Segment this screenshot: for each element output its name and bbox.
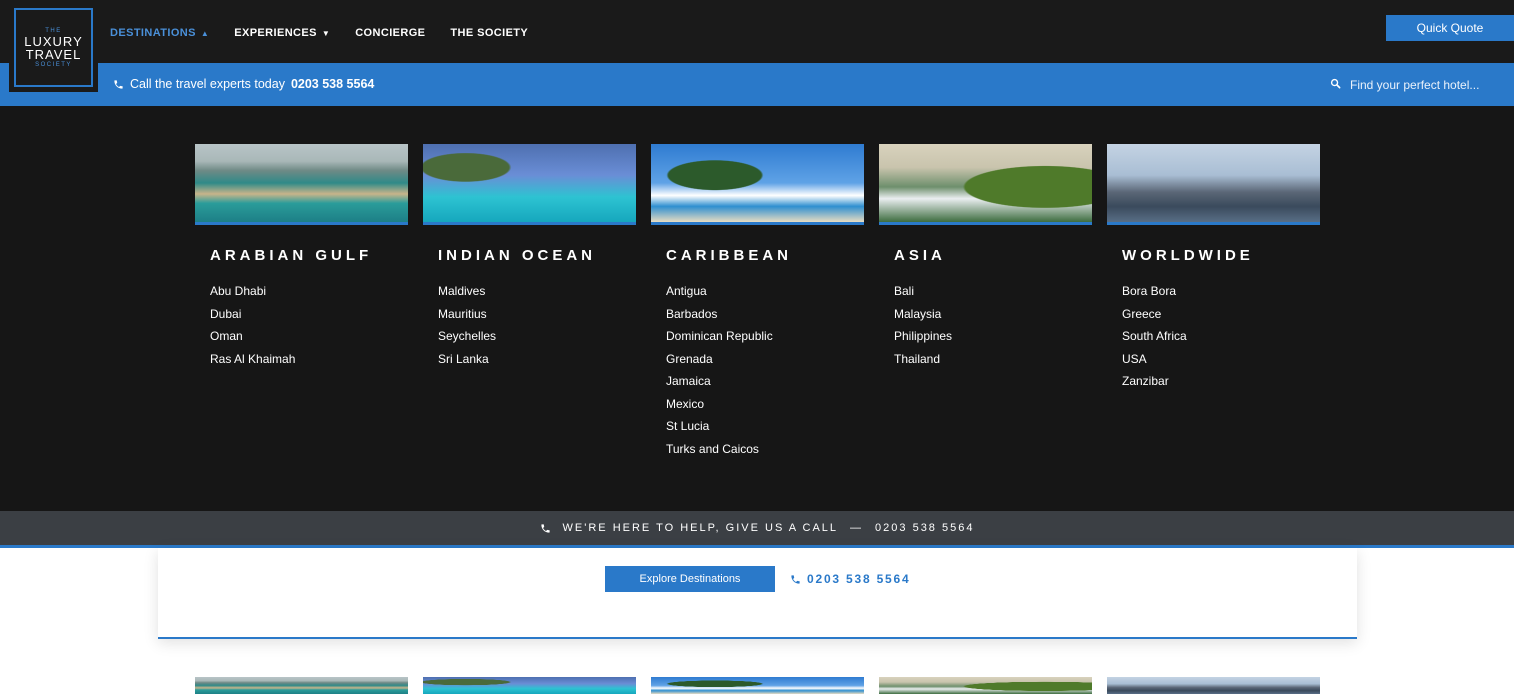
- call-text-label: Call the travel experts today: [130, 77, 285, 91]
- call-phone-number[interactable]: 0203 538 5564: [291, 77, 374, 91]
- destination-link[interactable]: Bali: [894, 280, 1092, 303]
- column-title[interactable]: INDIAN OCEAN: [438, 247, 636, 264]
- destination-link[interactable]: Sri Lanka: [438, 348, 636, 371]
- destination-link[interactable]: Grenada: [666, 348, 864, 371]
- destination-list: Bali Malaysia Philippines Thailand: [894, 280, 1092, 370]
- destination-list: Abu Dhabi Dubai Oman Ras Al Khaimah: [210, 280, 408, 370]
- phone-icon: [114, 79, 123, 89]
- destination-link[interactable]: South Africa: [1122, 325, 1320, 348]
- call-experts-text: Call the travel experts today 0203 538 5…: [113, 77, 374, 91]
- destination-link[interactable]: Mauritius: [438, 303, 636, 326]
- destination-link[interactable]: Ras Al Khaimah: [210, 348, 408, 371]
- destination-link[interactable]: Jamaica: [666, 370, 864, 393]
- caret-down-icon: ▼: [321, 28, 331, 38]
- cliff-coast-photo[interactable]: [879, 144, 1092, 225]
- destination-list: Maldives Mauritius Seychelles Sri Lanka: [438, 280, 636, 370]
- destinations-mega-menu: ARABIAN GULF Abu Dhabi Dubai Oman Ras Al…: [0, 106, 1514, 511]
- nav-item-destinations[interactable]: DESTINATIONS ▲: [110, 27, 209, 39]
- destination-link[interactable]: Greece: [1122, 303, 1320, 326]
- help-call-bar: WE'RE HERE TO HELP, GIVE US A CALL — 020…: [0, 511, 1514, 548]
- column-title[interactable]: ASIA: [894, 247, 1092, 264]
- city-skyline-photo[interactable]: [1107, 144, 1320, 225]
- caret-up-icon: ▲: [200, 28, 210, 38]
- cliff-coast-thumb[interactable]: [879, 677, 1092, 694]
- destination-link[interactable]: Maldives: [438, 280, 636, 303]
- menu-column-caribbean: CARIBBEAN Antigua Barbados Dominican Rep…: [651, 144, 864, 460]
- column-title[interactable]: WORLDWIDE: [1122, 247, 1320, 264]
- destination-link[interactable]: Dominican Republic: [666, 325, 864, 348]
- nav-label: DESTINATIONS: [110, 27, 196, 39]
- phone-icon: [540, 523, 550, 533]
- destination-link[interactable]: Abu Dhabi: [210, 280, 408, 303]
- destination-link[interactable]: Antigua: [666, 280, 864, 303]
- palm-beach-photo[interactable]: [651, 144, 864, 225]
- destination-link[interactable]: Thailand: [894, 348, 1092, 371]
- search-icon[interactable]: [1330, 78, 1341, 89]
- menu-column-indian-ocean: INDIAN OCEAN Maldives Mauritius Seychell…: [423, 144, 636, 370]
- destination-link[interactable]: Turks and Caicos: [666, 438, 864, 461]
- column-title[interactable]: CARIBBEAN: [666, 247, 864, 264]
- hotel-search-input[interactable]: [1350, 75, 1510, 95]
- destination-link[interactable]: Seychelles: [438, 325, 636, 348]
- destination-list: Bora Bora Greece South Africa USA Zanzib…: [1122, 280, 1320, 393]
- destination-link[interactable]: Dubai: [210, 303, 408, 326]
- nav-label: CONCIERGE: [355, 27, 426, 39]
- palm-island-photo[interactable]: [195, 144, 408, 225]
- destination-link[interactable]: Oman: [210, 325, 408, 348]
- logo-line-2: TRAVEL: [25, 46, 82, 62]
- overwater-villa-photo[interactable]: [423, 144, 636, 225]
- destination-link[interactable]: Malaysia: [894, 303, 1092, 326]
- nav-label: EXPERIENCES: [234, 27, 317, 39]
- palm-beach-thumb[interactable]: [651, 677, 864, 694]
- palm-island-thumb[interactable]: [195, 677, 408, 694]
- help-phone-number[interactable]: 0203 538 5564: [875, 522, 974, 534]
- nav-item-experiences[interactable]: EXPERIENCES ▼: [234, 27, 330, 39]
- help-dash: —: [850, 522, 864, 534]
- bottom-image-row: [0, 677, 1514, 694]
- nav-item-concierge[interactable]: CONCIERGE: [355, 27, 425, 39]
- explore-destinations-button[interactable]: Explore Destinations: [605, 566, 775, 592]
- logo-line-bottom: SOCIETY: [35, 61, 72, 68]
- quick-quote-button[interactable]: Quick Quote: [1386, 15, 1514, 41]
- logo[interactable]: THE LUXURY TRAVEL SOCIETY: [9, 0, 98, 92]
- destination-link[interactable]: Barbados: [666, 303, 864, 326]
- phone-icon: [791, 574, 800, 584]
- explore-card: Explore Destinations 0203 538 5564: [158, 548, 1357, 639]
- overwater-villa-thumb[interactable]: [423, 677, 636, 694]
- logo-line-1: LUXURY: [24, 33, 83, 49]
- column-title[interactable]: ARABIAN GULF: [210, 247, 408, 264]
- menu-column-worldwide: WORLDWIDE Bora Bora Greece South Africa …: [1107, 144, 1320, 393]
- logo-frame: THE LUXURY TRAVEL SOCIETY: [14, 8, 93, 87]
- destination-list: Antigua Barbados Dominican Republic Gren…: [666, 280, 864, 460]
- destination-link[interactable]: Philippines: [894, 325, 1092, 348]
- nav-label: THE SOCIETY: [450, 27, 529, 39]
- top-navigation: DESTINATIONS ▲ EXPERIENCES ▼ CONCIERGE T…: [0, 0, 1514, 63]
- destination-link[interactable]: Zanzibar: [1122, 370, 1320, 393]
- destination-link[interactable]: Bora Bora: [1122, 280, 1320, 303]
- destination-link[interactable]: USA: [1122, 348, 1320, 371]
- nav-item-the-society[interactable]: THE SOCIETY: [450, 27, 528, 39]
- main-nav: DESTINATIONS ▲ EXPERIENCES ▼ CONCIERGE T…: [110, 27, 528, 39]
- city-skyline-thumb[interactable]: [1107, 677, 1320, 694]
- menu-column-asia: ASIA Bali Malaysia Philippines Thailand: [879, 144, 1092, 370]
- card-phone-link[interactable]: 0203 538 5564: [790, 572, 910, 586]
- destination-link[interactable]: St Lucia: [666, 415, 864, 438]
- call-bar: Call the travel experts today 0203 538 5…: [0, 63, 1514, 106]
- destination-link[interactable]: Mexico: [666, 393, 864, 416]
- menu-column-arabian-gulf: ARABIAN GULF Abu Dhabi Dubai Oman Ras Al…: [195, 144, 408, 370]
- card-phone-number: 0203 538 5564: [807, 572, 911, 586]
- help-text: WE'RE HERE TO HELP, GIVE US A CALL: [562, 522, 839, 534]
